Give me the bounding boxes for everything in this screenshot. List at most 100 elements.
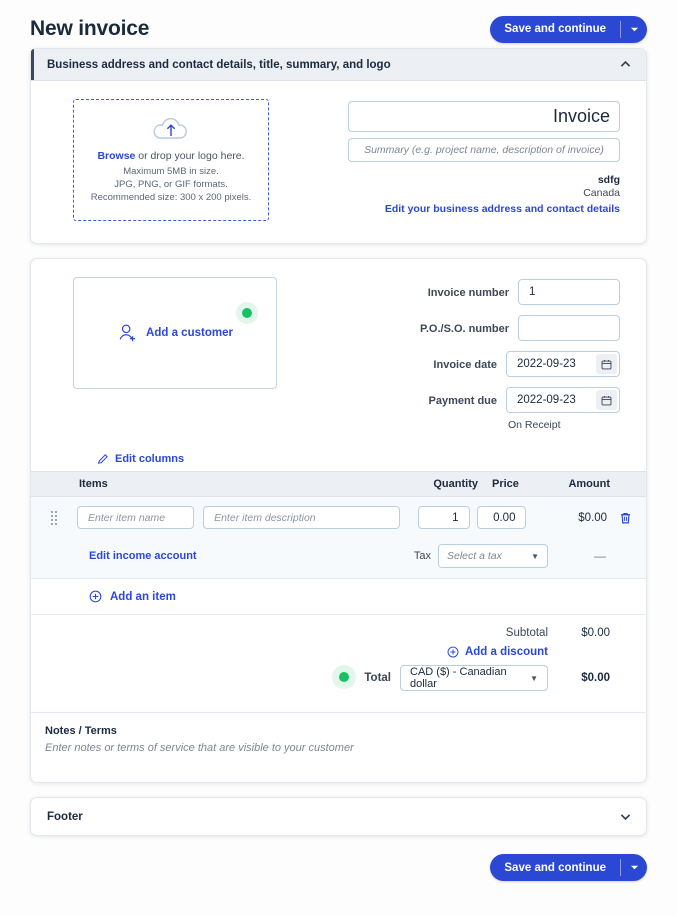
save-and-continue-button[interactable]: Save and continue [490, 16, 620, 43]
calendar-icon [601, 359, 612, 369]
invoice-details-card: Add a customer Invoice number P.O./S.O. … [30, 258, 647, 783]
edit-business-details-link[interactable]: Edit your business address and contact d… [348, 203, 620, 215]
drag-handle-icon[interactable] [31, 510, 77, 525]
edit-income-account-link[interactable]: Edit income account [89, 550, 197, 562]
field-invoice-number: Invoice number [370, 279, 620, 305]
business-section-body: Browse or drop your logo here. Maximum 5… [31, 81, 646, 243]
payment-due-control [506, 387, 620, 413]
item-name-cell [77, 506, 195, 529]
totals-section: Subtotal $0.00 Add a discount Total CAD … [31, 615, 646, 712]
payment-due-label: Payment due [428, 395, 497, 407]
drag-handle-dots [51, 510, 58, 525]
add-customer-label: Add a customer [146, 327, 233, 339]
chevron-down-icon: ▼ [531, 551, 539, 561]
invoice-title-input[interactable] [348, 101, 620, 132]
add-an-item-button[interactable]: Add an item [31, 579, 646, 615]
status-badge [332, 665, 356, 689]
table-row: $0.00 [31, 497, 646, 538]
add-discount-button[interactable]: Add a discount [447, 646, 548, 658]
footer-section-header[interactable]: Footer [30, 797, 647, 836]
dropzone-max-size: Maximum 5MB in size. [123, 165, 219, 177]
dropzone-recommended-size: Recommended size: 300 x 200 pixels. [90, 191, 252, 203]
tax-select[interactable]: Select a tax ▼ [438, 544, 548, 568]
trash-icon [621, 512, 630, 523]
column-header-items: Items [79, 478, 108, 490]
po-so-number-input[interactable] [518, 315, 620, 341]
chevron-down-icon: ▼ [530, 673, 538, 683]
tax-label: Tax [413, 550, 431, 562]
edit-columns-tab-row: Edit columns [31, 447, 646, 471]
po-so-number-control [518, 315, 620, 341]
chevron-up-icon[interactable] [619, 58, 632, 71]
business-meta: sdfg Canada Edit your business address a… [348, 174, 620, 215]
tax-amount-value: — [594, 549, 606, 563]
add-an-item-label: Add an item [110, 590, 176, 603]
cloud-upload-icon [153, 117, 187, 139]
bottom-action-bar: Save and continue [0, 836, 677, 881]
bottom-save-and-continue-button[interactable]: Save and continue [490, 854, 620, 881]
business-section-header[interactable]: Business address and contact details, ti… [31, 49, 646, 81]
delete-row-button[interactable] [607, 511, 632, 525]
currency-select[interactable]: CAD ($) - Canadian dollar ▼ [400, 665, 548, 691]
invoice-number-label: Invoice number [427, 287, 509, 299]
column-header-quantity: Quantity [433, 478, 478, 490]
notes-title: Notes / Terms [45, 725, 117, 737]
items-table-header: Items Quantity Price Amount [31, 471, 646, 497]
business-right-column: sdfg Canada Edit your business address a… [348, 99, 620, 221]
payment-due-calendar-button[interactable] [596, 390, 617, 410]
save-options-dropdown-button[interactable] [621, 16, 647, 43]
dropzone-formats: JPG, PNG, or GIF formats. [114, 178, 228, 190]
item-quantity-input[interactable] [417, 506, 470, 529]
save-and-continue-split-button[interactable]: Save and continue [490, 15, 647, 43]
green-status-dot [339, 672, 349, 682]
business-section-title: Business address and contact details, ti… [47, 58, 391, 71]
column-header-price: Price [492, 478, 519, 490]
invoice-date-calendar-button[interactable] [596, 354, 617, 374]
edit-columns-tab[interactable]: Edit columns [87, 447, 197, 471]
dropzone-primary-text: Browse or drop your logo here. [97, 150, 244, 162]
add-customer-icon [119, 324, 136, 342]
payment-terms-control: On Receipt [506, 419, 620, 431]
green-status-dot [242, 308, 252, 318]
discount-row: Add a discount [31, 646, 632, 658]
invoice-summary-input[interactable] [348, 138, 620, 162]
chevron-down-icon [630, 865, 638, 870]
edit-columns-label: Edit columns [115, 453, 185, 465]
pencil-icon [97, 454, 108, 464]
logo-dropzone[interactable]: Browse or drop your logo here. Maximum 5… [73, 99, 269, 221]
invoice-date-control [506, 351, 620, 377]
chevron-down-icon [630, 27, 638, 31]
field-payment-due: Payment due [370, 387, 620, 413]
total-label: Total [364, 672, 391, 684]
browse-link[interactable]: Browse [97, 150, 135, 162]
item-amount-value: $0.00 [578, 511, 608, 524]
top-bar: New invoice Save and continue [0, 0, 677, 48]
item-name-input[interactable] [77, 506, 195, 529]
column-header-amount: Amount [568, 478, 610, 490]
add-customer-box[interactable]: Add a customer [73, 277, 277, 389]
business-details-card: Business address and contact details, ti… [30, 48, 647, 244]
invoice-number-input[interactable] [518, 279, 620, 305]
footer-section-title: Footer [47, 810, 83, 823]
chevron-down-icon[interactable] [619, 810, 632, 823]
add-discount-label: Add a discount [464, 646, 548, 658]
tax-row: Edit income account Tax Select a tax ▼ — [31, 538, 646, 579]
plus-circle-icon [447, 646, 459, 658]
business-country: Canada [583, 187, 620, 199]
calendar-icon [601, 395, 612, 405]
notes-input[interactable]: Enter notes or terms of service that are… [45, 742, 630, 754]
payment-terms-value: On Receipt [508, 419, 561, 431]
status-badge [236, 302, 258, 324]
payment-terms-row: On Receipt [370, 419, 620, 431]
item-price-input[interactable] [476, 506, 527, 529]
item-price-cell [476, 506, 527, 529]
plus-circle-icon [89, 590, 102, 603]
subtotal-row: Subtotal $0.00 [31, 627, 632, 639]
bottom-save-and-continue-split-button[interactable]: Save and continue [490, 854, 647, 881]
item-description-cell [203, 506, 400, 529]
subtotal-label: Subtotal [505, 627, 548, 639]
field-po-so-number: P.O./S.O. number [370, 315, 620, 341]
item-description-input[interactable] [203, 506, 400, 529]
total-value: $0.00 [581, 672, 610, 684]
bottom-save-options-dropdown-button[interactable] [621, 854, 647, 881]
